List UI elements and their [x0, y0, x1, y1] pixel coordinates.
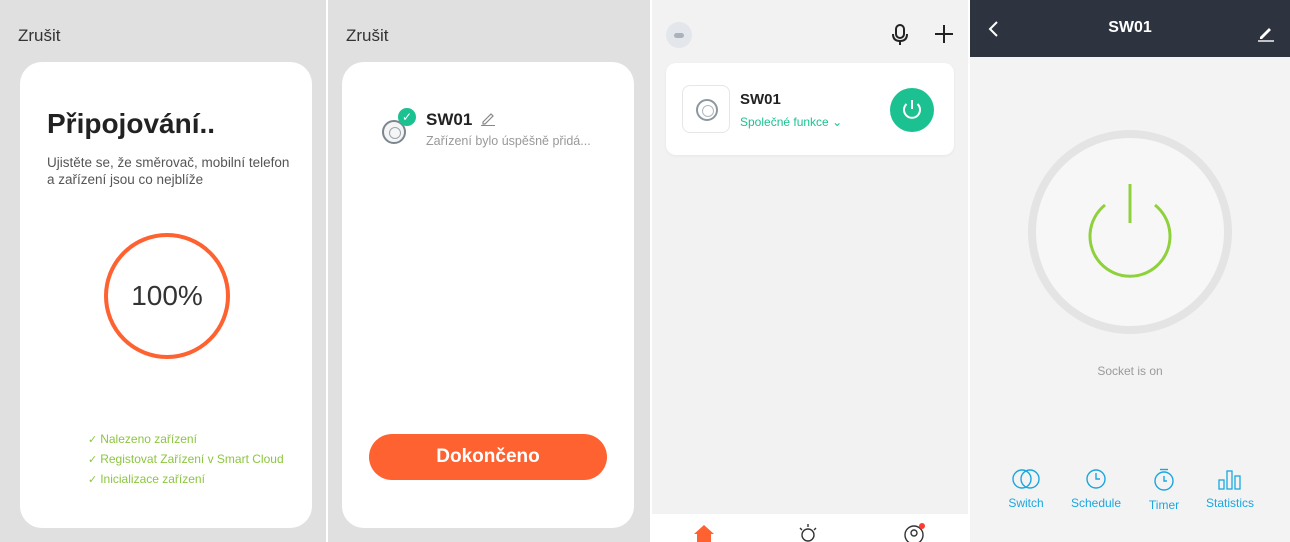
page-title: Připojování..	[47, 108, 216, 139]
device-thumbnail	[682, 85, 730, 133]
connecting-card: Připojování.. Ujistěte se, že směrovač, …	[20, 62, 312, 528]
home-screen: SW01 Společné funkce ⌄	[652, 0, 968, 542]
socket-icon	[696, 99, 718, 121]
device-functions-link[interactable]: Společné funkce ⌄	[740, 115, 842, 129]
schedule-icon	[1086, 469, 1106, 489]
connecting-screen: Zrušit Připojování.. Ujistěte se, že smě…	[0, 0, 326, 542]
statistics-action[interactable]: Statistics	[1194, 468, 1266, 510]
add-device-icon[interactable]	[932, 22, 956, 46]
screenshot-strip: Zrušit Připojování.. Ujistěte se, že smě…	[0, 0, 1290, 542]
device-added-status: Zařízení bylo úspěšně přidá...	[426, 134, 591, 148]
action-label: Switch	[1008, 496, 1044, 510]
power-icon	[903, 100, 921, 119]
schedule-action[interactable]: Schedule	[1060, 468, 1132, 510]
chevron-down-icon: ⌄	[832, 115, 843, 129]
progress-percent: 100%	[131, 280, 203, 311]
main-power-button[interactable]	[1025, 127, 1235, 337]
bottom-tab-bar	[652, 514, 968, 542]
page-title: SW01	[1108, 19, 1152, 36]
device-added-screen: Zrušit ✓ SW01 Zařízení bylo úspěšně přid…	[328, 0, 650, 542]
action-label: Statistics	[1205, 496, 1254, 510]
rename-pencil-icon[interactable]	[480, 110, 496, 126]
cancel-button[interactable]: Zrušit	[18, 26, 61, 46]
check-icon: ✓	[88, 434, 98, 446]
check-icon: ✓	[88, 454, 98, 466]
device-control-screen: SW01 Socket is on Switch Schedule Timer …	[970, 0, 1290, 542]
connecting-description: Ujistěte se, že směrovač, mobilní telefo…	[47, 155, 290, 187]
edit-pencil-icon[interactable]	[1257, 24, 1275, 42]
action-label: Schedule	[1070, 496, 1122, 510]
top-bar: SW01	[970, 0, 1290, 57]
success-check-icon: ✓	[398, 108, 416, 126]
scene-sun-icon[interactable]	[796, 522, 820, 542]
device-name: SW01	[426, 110, 473, 129]
home-icon[interactable]	[692, 522, 716, 542]
step-item: ✓ Nalezeno zařízení	[88, 430, 284, 450]
cancel-button[interactable]: Zrušit	[346, 26, 389, 46]
check-icon: ✓	[88, 474, 98, 486]
statistics-icon	[1218, 470, 1241, 490]
device-name: SW01	[740, 91, 781, 108]
step-item: ✓ Registovat Zařízení v Smart Cloud	[88, 450, 284, 470]
step-item: ✓ Inicializace zařízení	[88, 470, 284, 490]
connection-steps: ✓ Nalezeno zařízení ✓ Registovat Zařízení …	[88, 430, 284, 490]
done-button[interactable]: Dokončeno	[369, 434, 607, 480]
robot-avatar-icon[interactable]	[666, 22, 692, 48]
microphone-icon[interactable]	[890, 24, 910, 46]
action-label: Timer	[1148, 498, 1180, 512]
device-added-card: ✓ SW01 Zařízení bylo úspěšně přidá... Do…	[342, 62, 634, 528]
switch-icon	[1012, 469, 1040, 489]
socket-status: Socket is on	[1097, 364, 1163, 378]
timer-icon	[1154, 468, 1174, 491]
power-toggle-button[interactable]	[890, 88, 934, 132]
timer-action[interactable]: Timer	[1128, 468, 1200, 512]
device-card[interactable]: SW01 Společné funkce ⌄	[666, 63, 954, 155]
profile-icon[interactable]	[902, 522, 926, 542]
switch-action[interactable]: Switch	[990, 468, 1062, 510]
